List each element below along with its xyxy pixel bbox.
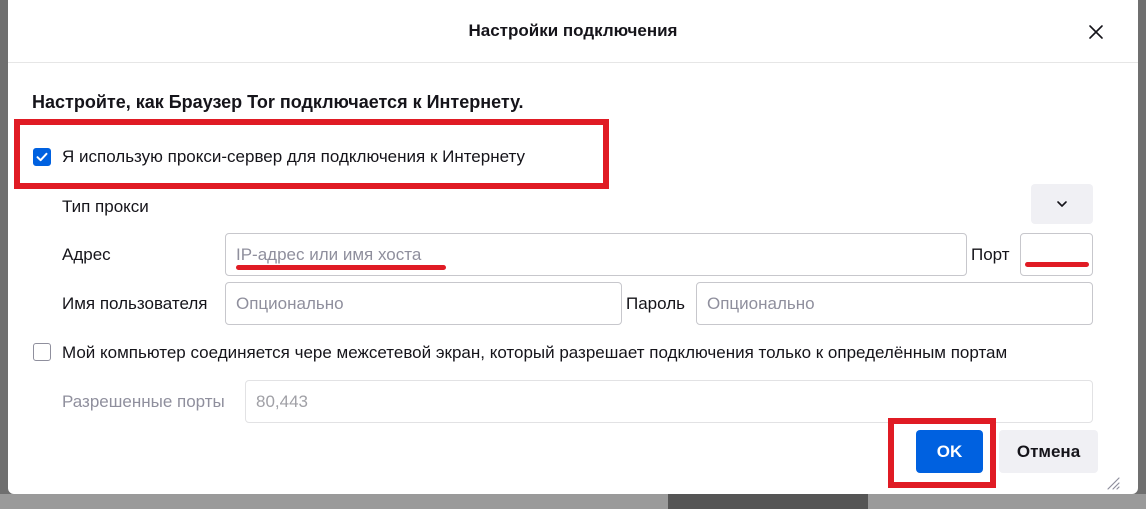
- resize-grip-icon[interactable]: [1104, 474, 1120, 490]
- cancel-button[interactable]: Отмена: [999, 430, 1098, 473]
- background-strip: [668, 494, 868, 509]
- close-button[interactable]: [1078, 14, 1114, 50]
- password-label: Пароль: [626, 294, 685, 313]
- background-strip: [0, 494, 668, 509]
- ok-button[interactable]: OK: [916, 430, 983, 473]
- address-input[interactable]: [225, 233, 967, 276]
- proxy-type-select[interactable]: [1031, 184, 1093, 224]
- firewall-checkbox[interactable]: [33, 343, 51, 361]
- dialog-heading: Настройте, как Браузер Tor подключается …: [32, 92, 524, 112]
- allowed-ports-label: Разрешенные порты: [62, 392, 225, 411]
- background-strip: [868, 494, 1146, 509]
- connection-settings-dialog: Настройки подключения Настройте, как Бра…: [8, 0, 1138, 494]
- proxy-checkbox[interactable]: [33, 148, 51, 166]
- checkmark-icon: [36, 152, 48, 162]
- port-input[interactable]: [1020, 233, 1093, 276]
- dialog-title: Настройки подключения: [468, 21, 678, 40]
- chevron-down-icon: [1057, 201, 1067, 207]
- dialog-titlebar: Настройки подключения: [8, 0, 1138, 63]
- password-input[interactable]: [696, 282, 1093, 325]
- port-label: Порт: [971, 245, 1010, 264]
- firewall-checkbox-label[interactable]: Мой компьютер соединяется чере межсетево…: [62, 343, 1007, 363]
- proxy-checkbox-label[interactable]: Я использую прокси-сервер для подключени…: [62, 147, 525, 167]
- address-label: Адрес: [62, 245, 111, 264]
- allowed-ports-input[interactable]: [245, 380, 1093, 423]
- close-icon: [1089, 25, 1103, 39]
- username-input[interactable]: [225, 282, 622, 325]
- username-label: Имя пользователя: [62, 294, 208, 313]
- proxy-type-label: Тип прокси: [62, 197, 149, 216]
